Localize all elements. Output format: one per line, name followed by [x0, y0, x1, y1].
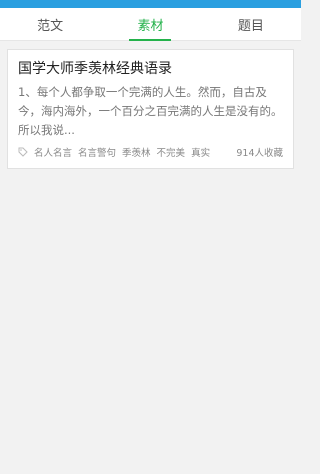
tag-icon: [18, 147, 28, 157]
tab-fanwen-label: 范文: [37, 18, 64, 34]
tab-fanwen[interactable]: 范文: [0, 8, 100, 40]
tab-timu-label: 题目: [237, 18, 264, 34]
tag-list: 名人名言 名言警句 季羡林 不完美 真实: [18, 145, 210, 159]
tag[interactable]: 名人名言: [34, 145, 72, 159]
tag[interactable]: 名言警句: [78, 145, 116, 159]
tab-sucai[interactable]: 素材: [100, 8, 200, 40]
tab-sucai-label: 素材: [137, 18, 164, 34]
card-excerpt: 1、每个人都争取一个完满的人生。然而，自古及今，海内海外，一个百分之百完满的人生…: [18, 85, 283, 137]
tag[interactable]: 真实: [191, 145, 210, 159]
card-title: 国学大师季羡林经典语录: [18, 61, 172, 77]
card-footer: 名人名言 名言警句 季羡林 不完美 真实 914人收藏: [18, 144, 283, 160]
material-card[interactable]: 国学大师季羡林经典语录 1、每个人都争取一个完满的人生。然而，自古及今，海内海外…: [7, 49, 294, 169]
tag[interactable]: 不完美: [157, 145, 186, 159]
tag[interactable]: 季羡林: [122, 145, 151, 159]
tab-timu[interactable]: 题目: [201, 8, 301, 40]
tab-bar: 范文 素材 题目: [0, 8, 301, 41]
status-bar: [0, 0, 301, 8]
favorite-count: 914人收藏: [236, 148, 283, 159]
content-list: 国学大师季羡林经典语录 1、每个人都争取一个完满的人生。然而，自古及今，海内海外…: [0, 41, 301, 177]
